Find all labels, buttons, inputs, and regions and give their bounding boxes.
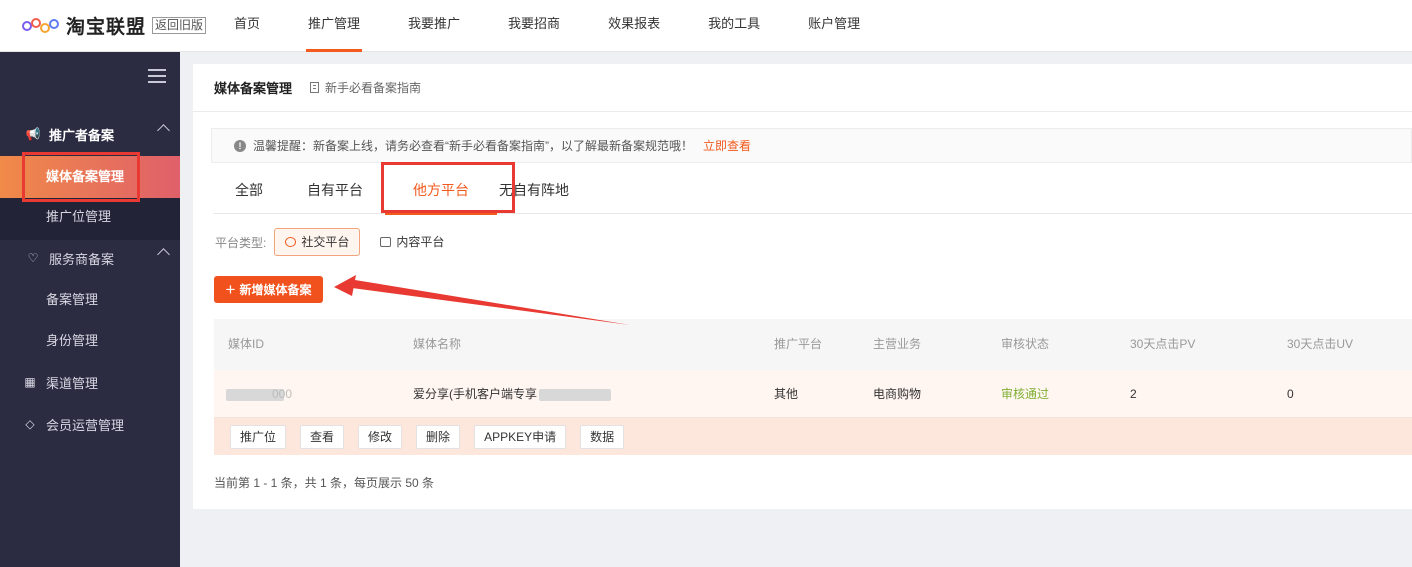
column-header-pv: 30天点击PV xyxy=(1130,337,1196,351)
sidebar-item-identity[interactable]: 身份管理 xyxy=(0,321,180,361)
sidebar-item-position[interactable]: 推广位管理 xyxy=(0,197,180,237)
video-icon xyxy=(380,237,392,247)
menu-toggle-icon[interactable] xyxy=(148,69,166,83)
column-header-status: 审核状态 xyxy=(1001,337,1050,351)
table-header: 媒体ID 媒体名称 推广平台 主营业务 审核状态 30天点击PV 30天点击UV xyxy=(214,319,1412,370)
guide-link-label: 新手必看备案指南 xyxy=(325,81,422,95)
media-table: 媒体ID 媒体名称 推广平台 主营业务 审核状态 30天点击PV 30天点击UV… xyxy=(214,319,1412,455)
nav-tools[interactable]: 我的工具 xyxy=(684,0,784,52)
chip-label: 社交平台 xyxy=(301,235,350,249)
nav-reports[interactable]: 效果报表 xyxy=(584,0,684,52)
row-actions: 推广位 查看 修改 删除 APPKEY申请 数据 xyxy=(214,418,1412,455)
brand-name: 淘宝联盟 xyxy=(66,17,147,38)
chat-icon xyxy=(285,237,297,247)
view-button[interactable]: 查看 xyxy=(300,424,345,449)
business-cell: 电商购物 xyxy=(873,387,922,401)
chip-social-platform[interactable]: 社交平台 xyxy=(274,228,361,256)
nav-promote[interactable]: 我要推广 xyxy=(384,0,484,52)
appkey-apply-button[interactable]: APPKEY申请 xyxy=(474,424,567,449)
platform-type-label: 平台类型: xyxy=(215,235,267,250)
info-icon: ! xyxy=(234,139,246,152)
view-now-link[interactable]: 立即查看 xyxy=(703,137,751,154)
logo[interactable]: 淘宝联盟 返回旧版 xyxy=(0,12,210,39)
diamond-icon: ◇ xyxy=(25,417,35,431)
sidebar-item-member[interactable]: ◇ 会员运营管理 xyxy=(0,404,180,444)
chip-label: 内容平台 xyxy=(396,235,445,249)
main-panel: 媒体备案管理 新手必看备案指南 ! 温馨提醒：新备案上线，请务必查看“新手必看备… xyxy=(193,64,1412,509)
sidebar-item-label: 渠道管理 xyxy=(46,375,99,391)
nav-promotion-management[interactable]: 推广管理 xyxy=(284,0,384,52)
tab-all[interactable]: 全部 xyxy=(213,168,285,214)
column-header-platform: 推广平台 xyxy=(774,337,823,351)
sidebar-group-label: 推广者备案 xyxy=(49,127,115,143)
sidebar-item-channel[interactable]: ▦ 渠道管理 xyxy=(0,362,180,402)
page-title: 媒体备案管理 xyxy=(214,81,293,96)
column-header-business: 主营业务 xyxy=(873,337,922,351)
top-bar: 淘宝联盟 返回旧版 首页 推广管理 我要推广 我要招商 效果报表 我的工具 账户… xyxy=(0,0,1412,52)
channel-icon: ▦ xyxy=(24,375,36,389)
platform-type-filter: 平台类型: 社交平台 内容平台 xyxy=(215,228,464,256)
megaphone-icon: 📢 xyxy=(25,127,41,141)
edit-button[interactable]: 修改 xyxy=(358,424,403,449)
sidebar-item-record-management[interactable]: 备案管理 xyxy=(0,280,180,320)
delete-button[interactable]: 删除 xyxy=(416,424,461,449)
add-button-label: 新增媒体备案 xyxy=(239,283,312,297)
sidebar-group-label: 服务商备案 xyxy=(49,251,115,267)
annotation-box-sidebar xyxy=(22,152,140,202)
handshake-icon: ♡ xyxy=(27,251,39,265)
platform-cell: 其他 xyxy=(774,387,799,401)
media-id-cell: 000 xyxy=(226,370,292,418)
sidebar-group-service[interactable]: ♡ 服务商备案 xyxy=(0,238,180,278)
redacted-block xyxy=(539,388,611,401)
column-header-media-name: 媒体名称 xyxy=(413,337,462,351)
nav-account[interactable]: 账户管理 xyxy=(784,0,884,52)
promotion-position-button[interactable]: 推广位 xyxy=(230,424,287,449)
column-header-uv: 30天点击UV xyxy=(1287,337,1354,351)
sidebar-group-promoter[interactable]: 📢 推广者备案 xyxy=(0,114,180,154)
table-row: 000 爱分享(手机客户端专享 其他 电商购物 审核通过 2 0 xyxy=(214,370,1412,418)
sidebar: 📢 推广者备案 媒体备案管理 推广位管理 ♡ 服务商备案 备案管理 身份管理 ▦… xyxy=(0,52,180,567)
plus-icon: + xyxy=(225,280,236,299)
guide-link[interactable]: 新手必看备案指南 xyxy=(310,79,421,96)
sidebar-item-label: 会员运营管理 xyxy=(46,417,125,433)
notice-text: 温馨提醒：新备案上线，请务必查看“新手必看备案指南”，以了解最新备案规范哦！ xyxy=(253,139,693,153)
column-header-media-id: 媒体ID xyxy=(228,337,265,351)
notice-bar: ! 温馨提醒：新备案上线，请务必查看“新手必看备案指南”，以了解最新备案规范哦！… xyxy=(211,128,1412,163)
document-icon xyxy=(310,82,320,93)
nav-merchant[interactable]: 我要招商 xyxy=(484,0,584,52)
chevron-up-icon xyxy=(157,124,170,137)
logo-icon xyxy=(22,16,62,36)
tab-own-platform[interactable]: 自有平台 xyxy=(285,168,385,214)
annotation-box-tab xyxy=(381,162,515,213)
chip-content-platform[interactable]: 内容平台 xyxy=(370,228,454,256)
pv-cell: 2 xyxy=(1130,387,1137,401)
pagination-info: 当前第 1 - 1 条，共 1 条，每页展示 50 条 xyxy=(214,476,435,490)
status-badge: 审核通过 xyxy=(1001,387,1050,401)
add-media-record-button[interactable]: + 新增媒体备案 xyxy=(214,276,323,303)
data-button[interactable]: 数据 xyxy=(580,424,625,449)
chevron-up-icon xyxy=(157,248,170,261)
uv-cell: 0 xyxy=(1287,387,1294,401)
media-name-cell: 爱分享(手机客户端专享 xyxy=(413,370,611,418)
nav-home[interactable]: 首页 xyxy=(210,0,284,52)
back-to-old-version-link[interactable]: 返回旧版 xyxy=(152,17,207,34)
top-nav: 首页 推广管理 我要推广 我要招商 效果报表 我的工具 账户管理 xyxy=(210,0,884,52)
panel-header: 媒体备案管理 新手必看备案指南 xyxy=(193,64,1412,112)
